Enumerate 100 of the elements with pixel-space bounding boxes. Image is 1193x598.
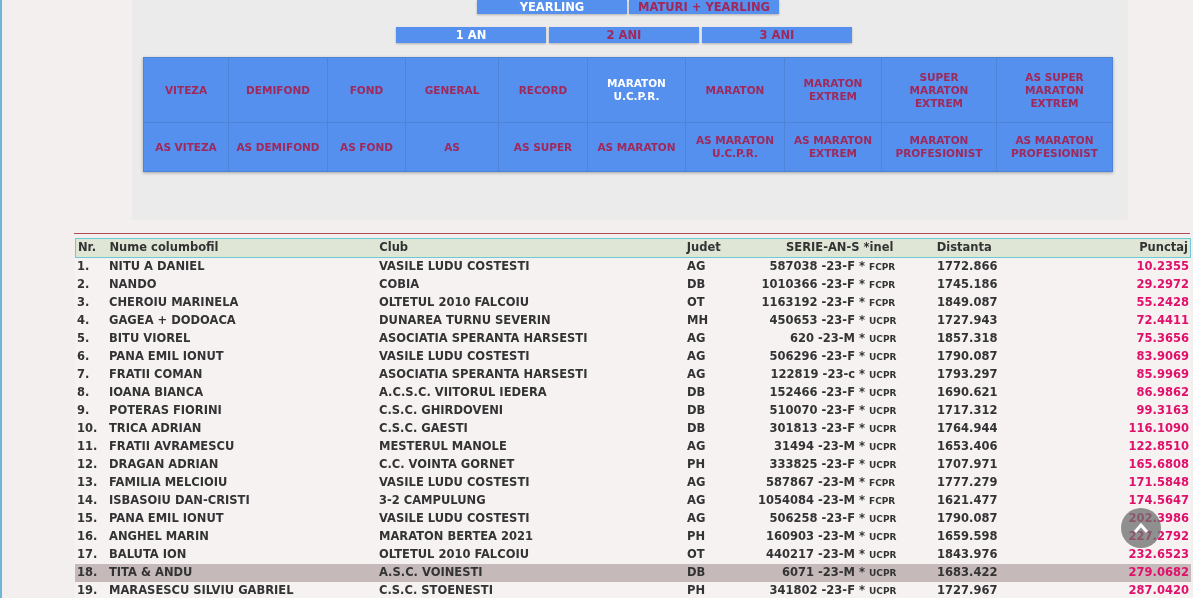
club-cell: MESTERUL MANOLE [379, 439, 507, 454]
county-cell: AG [687, 439, 706, 454]
union-code: FCPR [869, 297, 896, 311]
ring-number: 160903 -23-M * [764, 528, 865, 546]
column-header: Judet [684, 238, 745, 258]
tab[interactable]: YEARLING [477, 0, 627, 14]
tab[interactable]: 3 ANI [702, 27, 852, 43]
union-code: UCPR [869, 531, 897, 545]
ring-number: 1054084 -23-M * [756, 492, 865, 510]
category-button[interactable]: AS MARATON U.C.P.R. [686, 123, 784, 171]
club-cell: ASOCIATIA SPERANTA HARSESTI [379, 331, 588, 346]
ring-number: 506296 -23-F * [768, 348, 865, 366]
score-cell: 232.6523 [1128, 547, 1189, 562]
name-cell: PANA EMIL IONUT [109, 511, 224, 526]
category-button[interactable]: RECORD [499, 58, 587, 122]
county-cell: PH [687, 457, 706, 472]
category-button[interactable]: AS [406, 123, 498, 171]
rank-cell: 15. [77, 511, 98, 526]
tab[interactable]: MATURI + YEARLING [629, 0, 779, 14]
category-button[interactable]: AS MARATON EXTREM [785, 123, 881, 171]
category-button[interactable]: AS SUPER [499, 123, 587, 171]
name-cell: FAMILIA MELCIOIU [109, 475, 228, 490]
score-cell: 99.3163 [1136, 403, 1189, 418]
rank-cell: 13. [77, 475, 98, 490]
union-code: FCPR [869, 279, 896, 293]
name-cell: TITA & ANDU [109, 565, 193, 580]
rank-cell: 18. [77, 565, 98, 580]
union-code: UCPR [869, 387, 897, 401]
category-button[interactable]: VITEZA [144, 58, 228, 122]
name-cell: DRAGAN ADRIAN [109, 457, 219, 472]
tab[interactable]: 2 ANI [549, 27, 699, 43]
ring-number: 450653 -23-F * [768, 312, 865, 330]
union-code: FCPR [869, 477, 896, 491]
distance-cell: 1683.422 [937, 565, 998, 580]
category-button[interactable]: AS SUPER MARATON EXTREM [997, 58, 1112, 122]
name-cell: PANA EMIL IONUT [109, 349, 224, 364]
category-button[interactable]: MARATON PROFESIONIST [882, 123, 996, 171]
rank-cell: 9. [77, 403, 90, 418]
club-cell: C.S.C. STOENESTI [379, 583, 493, 598]
union-code: UCPR [869, 441, 897, 455]
county-cell: AG [687, 349, 706, 364]
club-cell: MARATON BERTEA 2021 [379, 529, 534, 544]
rank-cell: 1. [77, 259, 90, 274]
name-cell: ANGHEL MARIN [109, 529, 209, 544]
name-cell: MARASESCU SILVIU GABRIEL [109, 583, 294, 598]
category-button[interactable]: MARATON U.C.P.R. [588, 58, 685, 122]
union-code: UCPR [869, 567, 897, 581]
ring-number: 301813 -23-F * [768, 420, 865, 438]
tab[interactable]: 1 AN [396, 27, 546, 43]
distance-cell: 1707.971 [937, 457, 998, 472]
category-button[interactable]: DEMIFOND [229, 58, 327, 122]
union-code: UCPR [869, 585, 897, 598]
score-cell: 287.0420 [1128, 583, 1189, 598]
category-button[interactable]: MARATON [686, 58, 784, 122]
distance-cell: 1717.312 [937, 403, 998, 418]
column-header: Nr. [75, 238, 108, 258]
name-cell: GAGEA + DODOACA [109, 313, 236, 328]
rank-cell: 16. [77, 529, 98, 544]
category-button[interactable]: MARATON EXTREM [785, 58, 881, 122]
distance-cell: 1764.944 [937, 421, 998, 436]
county-cell: AG [687, 367, 706, 382]
category-button[interactable]: AS DEMIFOND [229, 123, 327, 171]
club-cell: VASILE LUDU COSTESTI [379, 475, 530, 490]
rank-cell: 6. [77, 349, 90, 364]
score-cell: 72.4411 [1136, 313, 1189, 328]
county-cell: DB [687, 385, 706, 400]
rank-cell: 8. [77, 385, 90, 400]
rank-cell: 5. [77, 331, 90, 346]
county-cell: AG [687, 475, 706, 490]
union-code: UCPR [869, 315, 897, 329]
name-cell: FRATII AVRAMESCU [109, 439, 235, 454]
ring-number: 510070 -23-F * [768, 402, 865, 420]
county-cell: PH [687, 583, 706, 598]
category-button[interactable]: AS VITEZA [144, 123, 228, 171]
name-cell: BITU VIOREL [109, 331, 191, 346]
score-cell: 86.9862 [1136, 385, 1189, 400]
rank-cell: 14. [77, 493, 98, 508]
category-button[interactable]: SUPER MARATON EXTREM [882, 58, 996, 122]
union-code: UCPR [869, 351, 897, 365]
category-button[interactable]: AS FOND [328, 123, 405, 171]
score-cell: 202.3986 [1128, 511, 1189, 526]
category-button[interactable]: AS MARATON PROFESIONIST [997, 123, 1112, 171]
rank-cell: 10. [77, 421, 98, 436]
ring-number: 587038 -23-F * [768, 258, 865, 276]
club-cell: VASILE LUDU COSTESTI [379, 511, 530, 526]
category-button[interactable]: FOND [328, 58, 405, 122]
distance-cell: 1659.598 [937, 529, 998, 544]
county-cell: MH [687, 313, 709, 328]
category-button[interactable]: AS MARATON [588, 123, 685, 171]
union-code: UCPR [869, 549, 897, 563]
union-code: UCPR [869, 513, 897, 527]
union-code: UCPR [869, 333, 897, 347]
club-cell: 3-2 CAMPULUNG [379, 493, 486, 508]
name-cell: IOANA BIANCA [109, 385, 204, 400]
name-cell: NITU A DANIEL [109, 259, 205, 274]
category-button[interactable]: GENERAL [406, 58, 498, 122]
union-code: UCPR [869, 423, 897, 437]
club-cell: ASOCIATIA SPERANTA HARSESTI [379, 367, 588, 382]
ring-number: 620 -23-M * [788, 330, 865, 348]
club-cell: A.S.C. VOINESTI [379, 565, 483, 580]
